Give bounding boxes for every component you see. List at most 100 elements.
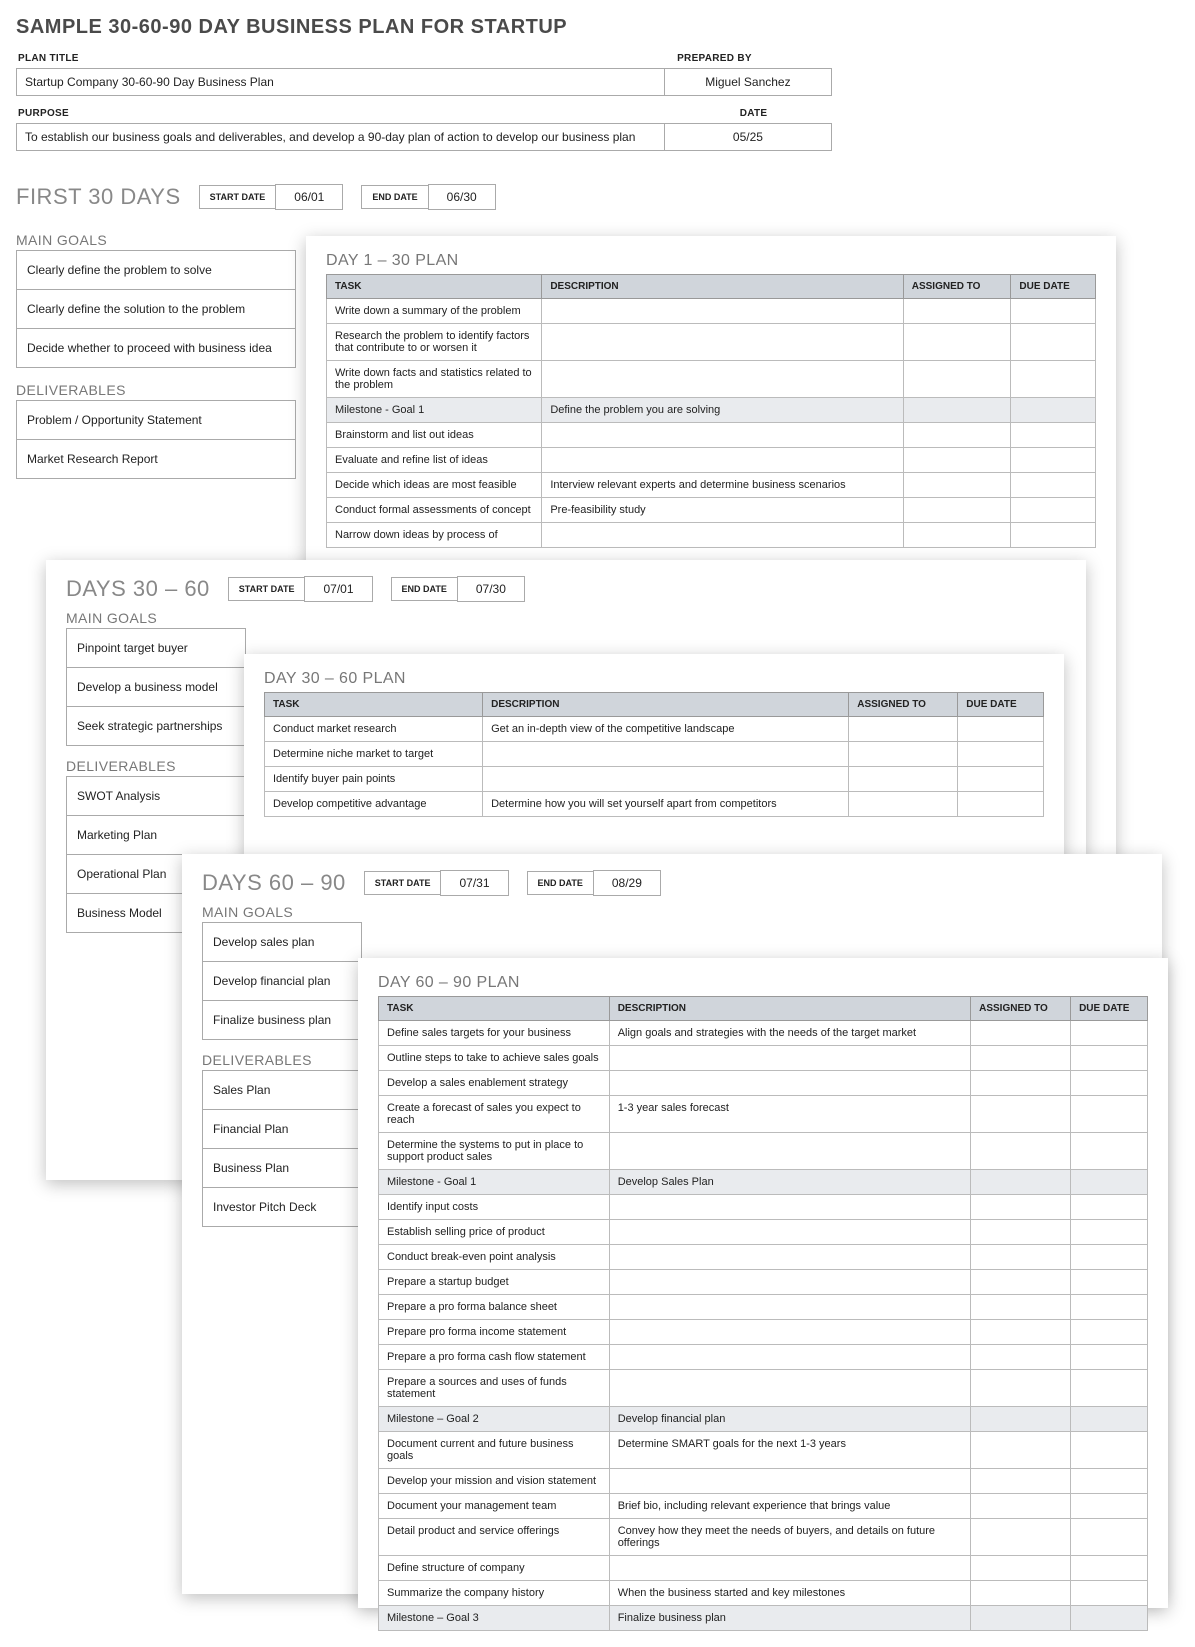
d3060-end-label: END DATE bbox=[391, 577, 457, 601]
assigned-cell bbox=[971, 1245, 1071, 1270]
task-cell: Conduct market research bbox=[265, 717, 483, 742]
due-cell bbox=[1071, 1581, 1148, 1606]
d3060-plan-title: DAY 30 – 60 PLAN bbox=[264, 670, 1044, 688]
task-cell: Develop competitive advantage bbox=[265, 792, 483, 817]
task-cell: Define structure of company bbox=[379, 1556, 610, 1581]
assigned-cell bbox=[903, 299, 1011, 324]
due-cell bbox=[1071, 1494, 1148, 1519]
task-cell: Narrow down ideas by process of bbox=[327, 523, 542, 548]
assigned-cell bbox=[971, 1432, 1071, 1469]
d3060-goals-list: Pinpoint target buyerDevelop a business … bbox=[66, 628, 246, 746]
assigned-cell bbox=[971, 1096, 1071, 1133]
desc-cell bbox=[483, 767, 849, 792]
due-cell bbox=[1071, 1245, 1148, 1270]
due-cell bbox=[1011, 361, 1096, 398]
assigned-cell bbox=[971, 1270, 1071, 1295]
desc-cell bbox=[609, 1046, 970, 1071]
desc-cell bbox=[542, 448, 903, 473]
task-cell: Decide which ideas are most feasible bbox=[327, 473, 542, 498]
d3060-start-label: START DATE bbox=[228, 577, 305, 601]
task-cell: Milestone – Goal 2 bbox=[379, 1407, 610, 1432]
task-cell: Conduct formal assessments of concept bbox=[327, 498, 542, 523]
d6090-end-value: 08/29 bbox=[593, 870, 661, 896]
due-cell bbox=[958, 717, 1044, 742]
desc-cell bbox=[542, 423, 903, 448]
desc-cell: Pre-feasibility study bbox=[542, 498, 903, 523]
d6090-plan-title: DAY 60 – 90 PLAN bbox=[378, 974, 1148, 992]
d6090-goals-list: Develop sales planDevelop financial plan… bbox=[202, 922, 362, 1040]
task-cell: Milestone – Goal 3 bbox=[379, 1606, 610, 1631]
due-cell bbox=[1071, 1220, 1148, 1245]
list-item: Marketing Plan bbox=[67, 816, 245, 855]
prepared-by-value: Miguel Sanchez bbox=[665, 68, 832, 96]
list-item: Clearly define the problem to solve bbox=[17, 251, 295, 290]
assigned-cell bbox=[971, 1494, 1071, 1519]
desc-cell bbox=[542, 523, 903, 548]
list-item: Seek strategic partnerships bbox=[67, 707, 245, 745]
task-cell: Develop a sales enablement strategy bbox=[379, 1071, 610, 1096]
due-cell bbox=[1011, 473, 1096, 498]
document-title: SAMPLE 30-60-90 DAY BUSINESS PLAN FOR ST… bbox=[16, 16, 832, 39]
due-cell bbox=[1071, 1133, 1148, 1170]
date-label: DATE bbox=[675, 104, 832, 123]
assigned-cell bbox=[971, 1606, 1071, 1631]
desc-cell bbox=[609, 1270, 970, 1295]
plan-title-value: Startup Company 30-60-90 Day Business Pl… bbox=[16, 68, 665, 96]
list-item: Develop a business model bbox=[67, 668, 245, 707]
desc-cell bbox=[609, 1370, 970, 1407]
column-header: ASSIGNED TO bbox=[849, 693, 958, 717]
list-item: Investor Pitch Deck bbox=[203, 1188, 361, 1226]
assigned-cell bbox=[971, 1581, 1071, 1606]
assigned-cell bbox=[971, 1320, 1071, 1345]
assigned-cell bbox=[971, 1170, 1071, 1195]
due-cell bbox=[1071, 1432, 1148, 1469]
list-item: Decide whether to proceed with business … bbox=[17, 329, 295, 367]
desc-cell: Align goals and strategies with the need… bbox=[609, 1021, 970, 1046]
desc-cell bbox=[542, 299, 903, 324]
task-cell: Develop your mission and vision statemen… bbox=[379, 1469, 610, 1494]
desc-cell bbox=[542, 324, 903, 361]
due-cell bbox=[958, 742, 1044, 767]
desc-cell: Interview relevant experts and determine… bbox=[542, 473, 903, 498]
task-cell: Document your management team bbox=[379, 1494, 610, 1519]
purpose-label: PURPOSE bbox=[16, 104, 675, 123]
list-item: Finalize business plan bbox=[203, 1001, 361, 1039]
task-cell: Establish selling price of product bbox=[379, 1220, 610, 1245]
d6090-start-value: 07/31 bbox=[440, 870, 508, 896]
desc-cell: Develop financial plan bbox=[609, 1407, 970, 1432]
first30-section-header: FIRST 30 DAYS START DATE 06/01 END DATE … bbox=[16, 184, 496, 210]
assigned-cell bbox=[903, 361, 1011, 398]
document-header: SAMPLE 30-60-90 DAY BUSINESS PLAN FOR ST… bbox=[16, 16, 832, 151]
column-header: ASSIGNED TO bbox=[903, 275, 1011, 299]
task-cell: Detail product and service offerings bbox=[379, 1519, 610, 1556]
column-header: DUE DATE bbox=[1071, 997, 1148, 1021]
assigned-cell bbox=[971, 1519, 1071, 1556]
assigned-cell bbox=[903, 523, 1011, 548]
task-cell: Prepare pro forma income statement bbox=[379, 1320, 610, 1345]
column-header: DUE DATE bbox=[958, 693, 1044, 717]
column-header: DESCRIPTION bbox=[609, 997, 970, 1021]
due-cell bbox=[958, 792, 1044, 817]
task-cell: Brainstorm and list out ideas bbox=[327, 423, 542, 448]
assigned-cell bbox=[971, 1407, 1071, 1432]
first30-deliv-label: DELIVERABLES bbox=[16, 382, 296, 398]
due-cell bbox=[1071, 1071, 1148, 1096]
due-cell bbox=[1071, 1320, 1148, 1345]
d3060-start-value: 07/01 bbox=[304, 576, 372, 602]
d6090-goals-label: MAIN GOALS bbox=[202, 904, 1142, 920]
task-cell: Outline steps to take to achieve sales g… bbox=[379, 1046, 610, 1071]
desc-cell: Determine how you will set yourself apar… bbox=[483, 792, 849, 817]
due-cell bbox=[1071, 1370, 1148, 1407]
due-cell bbox=[1011, 423, 1096, 448]
due-cell bbox=[1071, 1519, 1148, 1556]
list-item: Financial Plan bbox=[203, 1110, 361, 1149]
due-cell bbox=[1011, 523, 1096, 548]
task-cell: Identify buyer pain points bbox=[265, 767, 483, 792]
desc-cell: Develop Sales Plan bbox=[609, 1170, 970, 1195]
list-item: SWOT Analysis bbox=[67, 777, 245, 816]
assigned-cell bbox=[971, 1071, 1071, 1096]
list-item: Develop sales plan bbox=[203, 923, 361, 962]
assigned-cell bbox=[971, 1220, 1071, 1245]
assigned-cell bbox=[971, 1195, 1071, 1220]
desc-cell bbox=[542, 361, 903, 398]
